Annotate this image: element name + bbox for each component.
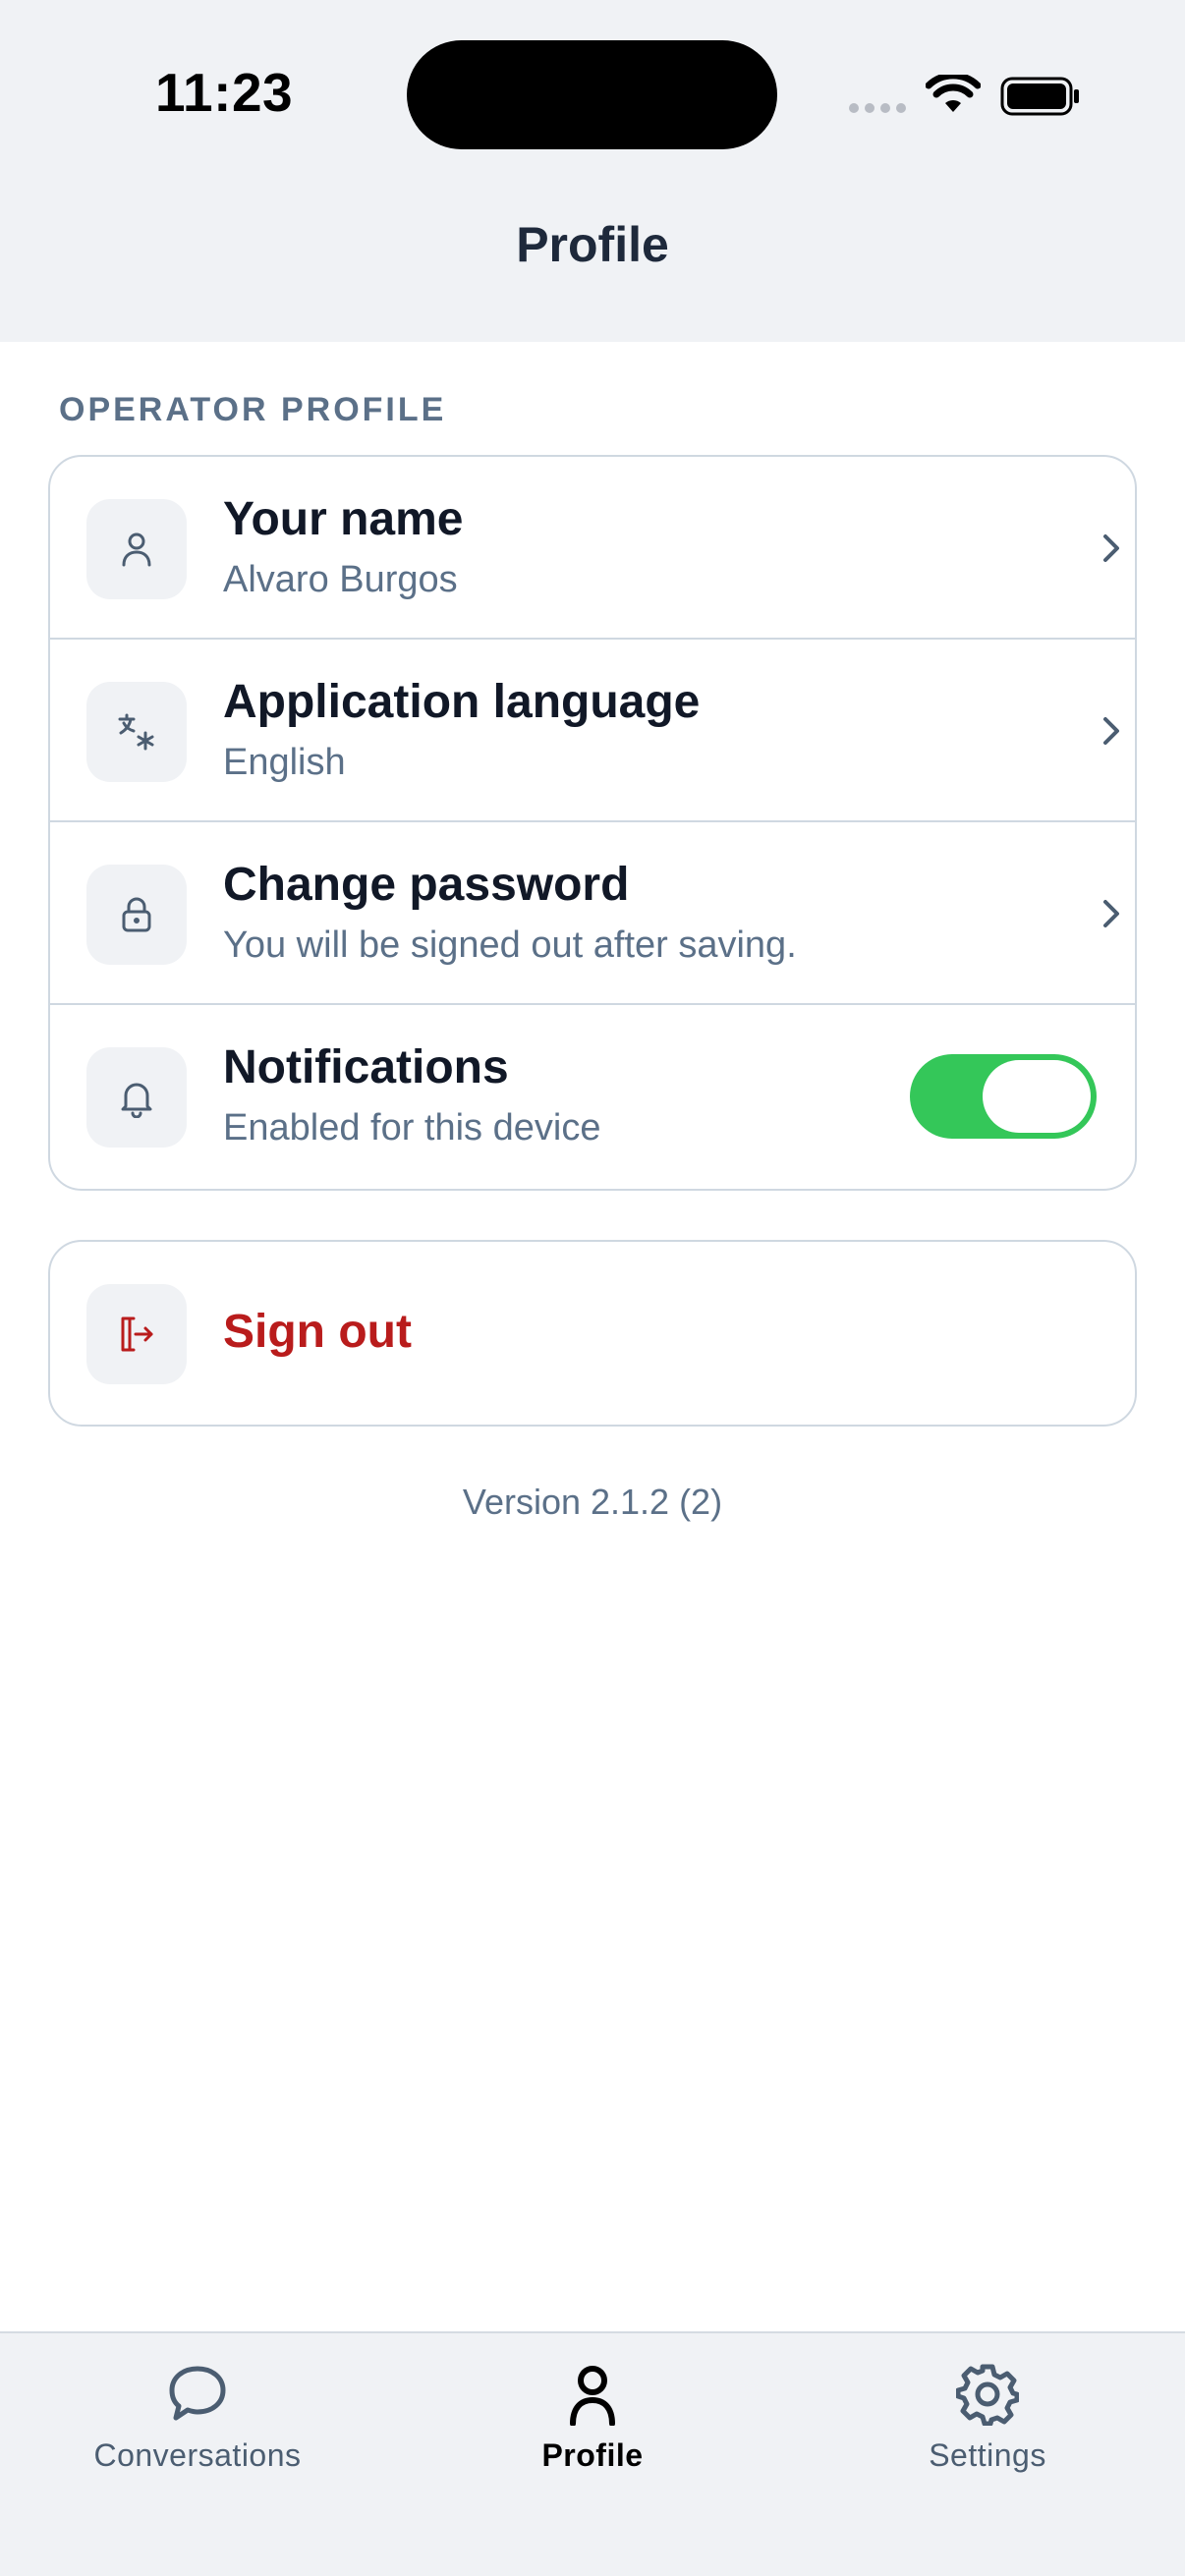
row-title: Notifications	[223, 1041, 509, 1093]
page-title: Profile	[516, 217, 669, 272]
battery-icon	[1000, 77, 1079, 116]
translate-icon	[86, 682, 187, 782]
person-icon	[86, 499, 187, 599]
chat-bubble-icon	[169, 2366, 226, 2421]
tab-label: Settings	[929, 2437, 1046, 2473]
row-title: Your name	[223, 493, 464, 545]
tab-bar: Conversations Profile Settings	[0, 2331, 1185, 2576]
gear-icon	[956, 2364, 1019, 2426]
version-text: Version 2.1.2 (2)	[462, 1482, 723, 1522]
row-subtitle: Alvaro Burgos	[223, 559, 458, 600]
sign-out-label: Sign out	[223, 1306, 412, 1358]
person-icon	[570, 2366, 615, 2426]
toggle-knob	[983, 1060, 1091, 1133]
row-subtitle: Enabled for this device	[223, 1107, 601, 1148]
tab-label: Conversations	[93, 2437, 302, 2473]
row-title: Application language	[223, 676, 701, 728]
status-time: 11:23	[155, 62, 294, 123]
chevron-right-icon	[1103, 717, 1119, 745]
row-subtitle: You will be signed out after saving.	[223, 924, 797, 966]
operator-profile-card: Your name Alvaro Burgos Application lang…	[48, 455, 1137, 1191]
row-your-name[interactable]: Your name Alvaro Burgos	[50, 457, 1135, 640]
row-title: Change password	[223, 859, 630, 911]
tab-label: Profile	[541, 2437, 644, 2473]
tab-settings[interactable]: Settings	[790, 2333, 1185, 2510]
section-label-operator-profile: OPERATOR PROFILE	[59, 391, 447, 428]
top-header: 11:23 Profile	[0, 0, 1185, 342]
lock-icon	[86, 865, 187, 965]
cellular-signal-icon	[849, 103, 908, 115]
dynamic-island	[407, 40, 777, 149]
chevron-right-icon	[1103, 900, 1119, 927]
wifi-icon	[926, 75, 981, 112]
row-application-language[interactable]: Application language English	[50, 640, 1135, 822]
chevron-right-icon	[1103, 534, 1119, 562]
sign-out-card: Sign out	[48, 1240, 1137, 1427]
tab-profile[interactable]: Profile	[395, 2333, 790, 2510]
sign-out-icon	[86, 1284, 187, 1384]
row-change-password[interactable]: Change password You will be signed out a…	[50, 822, 1135, 1005]
row-notifications: Notifications Enabled for this device	[50, 1005, 1135, 1188]
row-subtitle: English	[223, 742, 346, 783]
notifications-toggle[interactable]	[910, 1054, 1097, 1139]
tab-conversations[interactable]: Conversations	[0, 2333, 395, 2510]
sign-out-button[interactable]: Sign out	[50, 1242, 1135, 1425]
bell-icon	[86, 1047, 187, 1148]
